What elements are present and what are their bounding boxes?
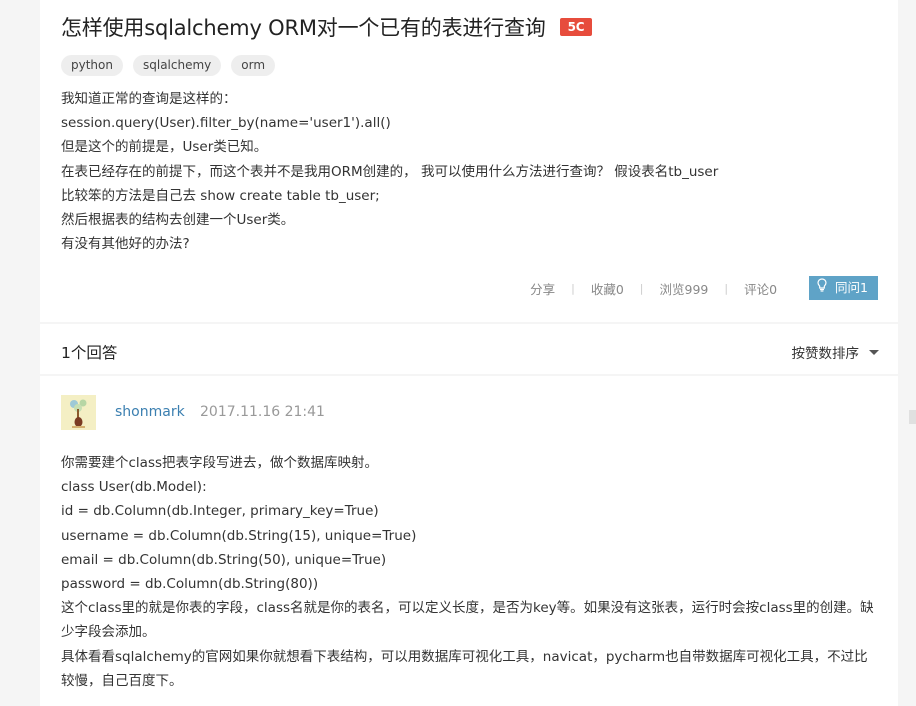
question-body-line: 我知道正常的查询是这样的： (61, 91, 237, 107)
question-card: 怎样使用sqlalchemy ORM对一个已有的表进行查询 5C python s… (40, 0, 898, 322)
question-actions: 分享 | 收藏0 | 浏览999 | 评论0 同问1 (514, 276, 878, 300)
question-body-line: session.query(User).filter_by(name='user… (61, 115, 391, 132)
question-title-row: 怎样使用sqlalchemy ORM对一个已有的表进行查询 5C (61, 12, 593, 42)
chevron-down-icon (869, 349, 879, 355)
sort-dropdown[interactable]: 按赞数排序 (791, 342, 879, 362)
lightbulb-icon (817, 276, 827, 300)
answer-body-line: password = db.Column(db.String(80)) (61, 576, 319, 593)
answer-author[interactable]: shonmark (115, 404, 185, 420)
answer-body-line: email = db.Column(db.String(50), unique=… (61, 551, 387, 568)
tag-sqlalchemy[interactable]: sqlalchemy (132, 55, 222, 76)
comments-link[interactable]: 评论0 (728, 279, 793, 298)
favorite-link[interactable]: 收藏0 (575, 279, 640, 298)
answer-body-line: 你需要建个class把表字段写进去，做个数据库映射。 (61, 455, 379, 471)
answer-body-line: id = db.Column(db.Integer, primary_key=T… (61, 503, 379, 520)
same-question-button[interactable]: 同问1 (809, 276, 878, 300)
question-body-line: 在表已经存在的前提下，而这个表并不是我用ORM创建的， 我可以使用什么方法进行查… (61, 163, 719, 180)
answer-count: 1个回答 (61, 344, 118, 362)
sort-label: 按赞数排序 (791, 346, 860, 362)
answer-body-line: username = db.Column(db.String(15), uniq… (61, 527, 417, 544)
question-body-line: 有没有其他好的办法? (61, 236, 190, 253)
tag-list: python sqlalchemy orm (61, 55, 276, 76)
share-link[interactable]: 分享 (514, 279, 571, 298)
question-body-line: 比较笨的方法是自己去 show create table tb_user; (61, 187, 380, 204)
scrollbar-thumb[interactable] (909, 410, 916, 424)
answer-card: shonmark 2017.11.16 21:41 你需要建个class把表字段… (40, 376, 898, 706)
answers-header: 1个回答 按赞数排序 (40, 324, 898, 374)
answer-body-line: class User(db.Model): (61, 479, 207, 496)
question-title: 怎样使用sqlalchemy ORM对一个已有的表进行查询 (61, 16, 546, 40)
same-question-label: 同问1 (835, 280, 868, 295)
views-count: 浏览999 (659, 281, 709, 297)
tag-python[interactable]: python (61, 55, 123, 76)
avatar[interactable] (61, 395, 96, 430)
answer-time: 2017.11.16 21:41 (200, 404, 325, 420)
question-body-line: 但是这个的前提是，User类已知。 (61, 139, 268, 156)
question-body: 我知道正常的查询是这样的： session.query(User).filter… (61, 87, 718, 256)
answer-body-line: 具体看看sqlalchemy的官网如果你就想看下表结构，可以用数据库可视化工具，… (61, 648, 868, 689)
tag-orm[interactable]: orm (231, 55, 276, 76)
answer-body: 你需要建个class把表字段写进去，做个数据库映射。 class User(db… (61, 451, 881, 693)
answer-body-line: 这个class里的就是你表的字段，class名就是你的表名，可以定义长度，是否为… (61, 600, 874, 641)
reward-badge: 5C (559, 18, 593, 36)
question-body-line: 然后根据表的结构去创建一个User类。 (61, 211, 295, 228)
